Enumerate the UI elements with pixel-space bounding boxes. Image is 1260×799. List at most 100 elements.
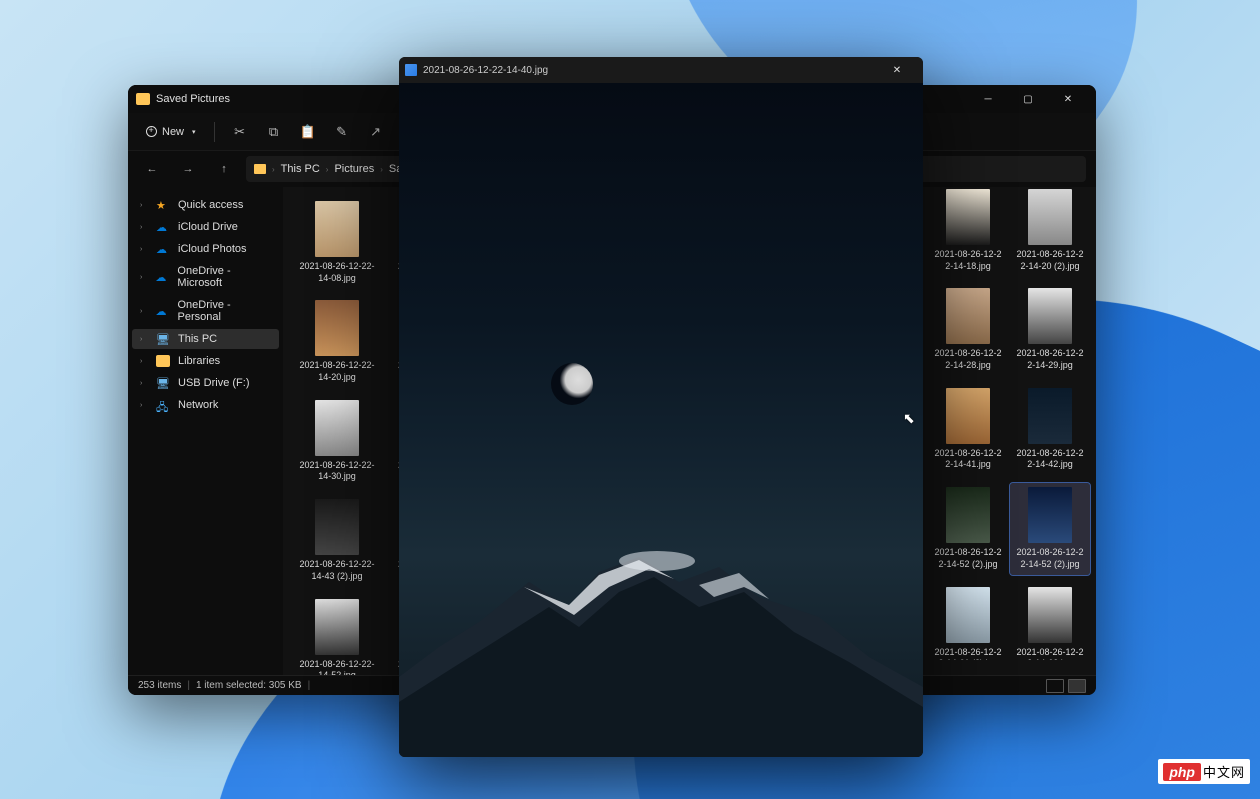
details-view-icon[interactable]: [1046, 679, 1064, 693]
file-thumbnail[interactable]: 2021-08-26-12-22-14-52 (2).jpg: [928, 483, 1008, 574]
file-thumbnail[interactable]: 2021-08-26-12-22-14-41.jpg: [928, 384, 1008, 475]
paste-icon[interactable]: 📋: [293, 117, 323, 147]
chevron-icon: ›: [140, 308, 148, 315]
file-name: 2021-08-26-12-22-14-52.jpg: [297, 659, 377, 676]
chevron-icon: ›: [140, 202, 148, 209]
sidebar-item-label: This PC: [178, 333, 217, 345]
thumbnail-image: [946, 388, 990, 444]
new-button-label: New: [162, 126, 184, 138]
file-thumbnail[interactable]: 2021-08-26-12-22-14-30.jpg: [293, 396, 381, 487]
folder-icon: [254, 164, 266, 174]
file-name: 2021-08-26-12-22-14-30.jpg: [297, 460, 377, 483]
chevron-icon: ›: [140, 402, 148, 409]
file-name: 2021-08-26-12-22-14-61 (2).jpg: [932, 647, 1004, 661]
sidebar-item-icloud-drive[interactable]: › ☁ iCloud Drive: [132, 217, 279, 237]
thumbnail-image: [1028, 388, 1072, 444]
sidebar-item-usb-drive-f-[interactable]: › 🖥 USB Drive (F:): [132, 373, 279, 393]
back-button[interactable]: ←: [138, 155, 166, 183]
close-button[interactable]: ✕: [1048, 85, 1088, 113]
file-thumbnail[interactable]: 2021-08-26-12-22-14-42.jpg: [1010, 384, 1090, 475]
mountain-graphic: [399, 527, 923, 757]
thumbnail-image: [1028, 587, 1072, 643]
sidebar-item-label: Quick access: [178, 199, 243, 211]
cloud-icon: ☁: [156, 243, 170, 255]
watermark-brand: php: [1163, 763, 1201, 781]
selection-status: 1 item selected: 305 KB: [196, 680, 302, 691]
sidebar-item-icloud-photos[interactable]: › ☁ iCloud Photos: [132, 239, 279, 259]
file-grid-right-overflow: 2021-08-26-12-22-14-18.jpg 2021-08-26-12…: [928, 185, 1093, 660]
forward-button[interactable]: →: [174, 155, 202, 183]
sidebar-item-label: USB Drive (F:): [178, 377, 250, 389]
preview-titlebar[interactable]: 2021-08-26-12-22-14-40.jpg ✕: [399, 57, 923, 83]
sidebar-item-label: Libraries: [178, 355, 220, 367]
maximize-button[interactable]: ▢: [1008, 85, 1048, 113]
folder-icon: [156, 355, 170, 367]
file-name: 2021-08-26-12-22-14-52 (2).jpg: [932, 547, 1004, 570]
thumbnail-image: [946, 288, 990, 344]
navigation-sidebar: › ★ Quick access› ☁ iCloud Drive› ☁ iClo…: [128, 187, 283, 675]
file-name: 2021-08-26-12-22-14-62.jpg: [1014, 647, 1086, 661]
preview-image: [399, 83, 923, 757]
copy-icon[interactable]: ⧉: [259, 117, 289, 147]
file-thumbnail[interactable]: 2021-08-26-12-22-14-62.jpg: [1010, 583, 1090, 661]
file-thumbnail[interactable]: 2021-08-26-12-22-14-08.jpg: [293, 197, 381, 288]
image-preview-window: 2021-08-26-12-22-14-40.jpg ✕: [399, 57, 923, 757]
sidebar-item-this-pc[interactable]: › 🖥 This PC: [132, 329, 279, 349]
new-button[interactable]: New ▾: [138, 122, 204, 142]
file-name: 2021-08-26-12-22-14-08.jpg: [297, 261, 377, 284]
sidebar-item-label: OneDrive - Personal: [178, 299, 272, 323]
chevron-icon: ›: [140, 274, 147, 281]
sidebar-item-label: OneDrive - Microsoft: [177, 265, 271, 289]
file-name: 2021-08-26-12-22-14-29.jpg: [1014, 348, 1086, 371]
sidebar-item-label: iCloud Photos: [178, 243, 247, 255]
file-name: 2021-08-26-12-22-14-42.jpg: [1014, 448, 1086, 471]
share-icon[interactable]: ↗: [361, 117, 391, 147]
file-name: 2021-08-26-12-22-14-43 (2).jpg: [297, 559, 377, 582]
file-thumbnail[interactable]: 2021-08-26-12-22-14-61 (2).jpg: [928, 583, 1008, 661]
thumbnail-image: [315, 400, 359, 456]
breadcrumb-segment[interactable]: This PC: [281, 163, 320, 175]
up-button[interactable]: ↑: [210, 155, 238, 183]
item-count: 253 items: [138, 680, 181, 691]
file-thumbnail[interactable]: 2021-08-26-12-22-14-18.jpg: [928, 185, 1008, 276]
file-thumbnail[interactable]: 2021-08-26-12-22-14-43 (2).jpg: [293, 495, 381, 586]
watermark-suffix: 中文网: [1203, 762, 1245, 781]
file-thumbnail[interactable]: 2021-08-26-12-22-14-52 (2).jpg: [1010, 483, 1090, 574]
thumbnail-image: [1028, 487, 1072, 543]
file-name: 2021-08-26-12-22-14-41.jpg: [932, 448, 1004, 471]
sidebar-item-quick-access[interactable]: › ★ Quick access: [132, 195, 279, 215]
close-button[interactable]: ✕: [877, 57, 917, 83]
sidebar-item-network[interactable]: › 🖧 Network: [132, 395, 279, 415]
file-thumbnail[interactable]: 2021-08-26-12-22-14-29.jpg: [1010, 284, 1090, 375]
mouse-cursor-icon: ⬉: [903, 410, 915, 427]
thumbnail-image: [946, 189, 990, 245]
chevron-icon: ›: [140, 336, 148, 343]
chevron-icon: ›: [140, 358, 148, 365]
minimize-button[interactable]: ─: [968, 85, 1008, 113]
file-thumbnail[interactable]: 2021-08-26-12-22-14-52.jpg: [293, 595, 381, 676]
thumbnail-image: [315, 499, 359, 555]
moon-graphic: [551, 363, 593, 405]
cut-icon[interactable]: ✂: [225, 117, 255, 147]
file-thumbnail[interactable]: 2021-08-26-12-22-14-20 (2).jpg: [1010, 185, 1090, 276]
sidebar-item-label: iCloud Drive: [178, 221, 238, 233]
file-thumbnail[interactable]: 2021-08-26-12-22-14-20.jpg: [293, 296, 381, 387]
chevron-icon: ›: [140, 246, 148, 253]
chevron-icon: ›: [140, 224, 148, 231]
rename-icon[interactable]: ✎: [327, 117, 357, 147]
sidebar-item-onedrive-personal[interactable]: › ☁ OneDrive - Personal: [132, 295, 279, 327]
breadcrumb-segment[interactable]: Pictures: [334, 163, 374, 175]
file-thumbnail[interactable]: 2021-08-26-12-22-14-28.jpg: [928, 284, 1008, 375]
search-input[interactable]: [916, 156, 1086, 182]
thumbnail-image: [315, 201, 359, 257]
thumbnail-image: [946, 487, 990, 543]
preview-title: 2021-08-26-12-22-14-40.jpg: [423, 65, 877, 76]
thumbnails-view-icon[interactable]: [1068, 679, 1086, 693]
sidebar-item-onedrive-microsoft[interactable]: › ☁ OneDrive - Microsoft: [132, 261, 279, 293]
cloud-icon: ☁: [155, 271, 169, 283]
sidebar-item-libraries[interactable]: › Libraries: [132, 351, 279, 371]
cloud-icon: ☁: [156, 221, 170, 233]
file-name: 2021-08-26-12-22-14-52 (2).jpg: [1014, 547, 1086, 570]
chevron-icon: ›: [140, 380, 148, 387]
file-name: 2021-08-26-12-22-14-28.jpg: [932, 348, 1004, 371]
